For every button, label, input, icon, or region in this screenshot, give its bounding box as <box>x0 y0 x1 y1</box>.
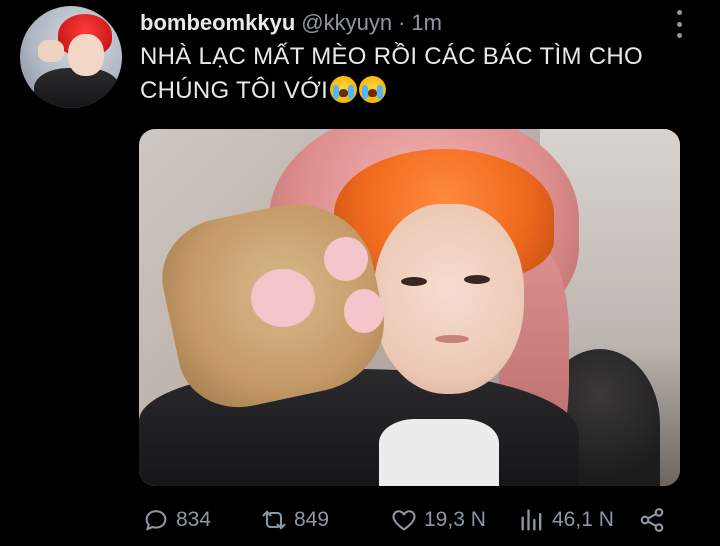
reply-count: 834 <box>176 508 212 531</box>
separator-dot: · <box>398 10 406 35</box>
like-count: 19,3 N <box>424 508 486 531</box>
tweet-body: NHÀ LẠC MẤT MÈO RỒI CÁC BÁC TÌM CHO CHÚN… <box>140 43 644 104</box>
more-vertical-icon[interactable] <box>674 10 684 38</box>
loudly-crying-face-icon <box>359 76 387 103</box>
heart-icon <box>392 510 416 531</box>
avatar-hand <box>38 40 64 62</box>
tweet-actions: 834 849 19,3 N 46,1 N <box>140 504 680 536</box>
avatar-face <box>68 34 104 76</box>
views-button[interactable]: 46,1 N <box>518 504 614 536</box>
tweet-header: bombeomkkyu @kkyuyn · 1m <box>140 10 442 36</box>
speech-bubble-icon <box>145 510 167 531</box>
user-handle[interactable]: @kkyuyn <box>301 10 392 36</box>
tweet-media-image[interactable] <box>139 129 680 486</box>
reply-button[interactable]: 834 <box>142 504 211 536</box>
share-button[interactable] <box>638 504 666 536</box>
retweet-button[interactable]: 849 <box>260 504 329 536</box>
views-count: 46,1 N <box>552 508 614 531</box>
retweet-icon <box>262 510 286 530</box>
timestamp[interactable]: 1m <box>411 10 442 36</box>
avatar[interactable] <box>20 6 122 108</box>
tweet-text: NHÀ LẠC MẤT MÈO RỒI CÁC BÁC TÌM CHO CHÚN… <box>140 40 700 108</box>
like-button[interactable]: 19,3 N <box>390 504 486 536</box>
bar-chart-icon <box>521 509 542 531</box>
share-icon <box>640 508 664 532</box>
display-name[interactable]: bombeomkkyu <box>140 10 295 36</box>
retweet-count: 849 <box>294 508 330 531</box>
loudly-crying-face-icon <box>330 76 358 103</box>
